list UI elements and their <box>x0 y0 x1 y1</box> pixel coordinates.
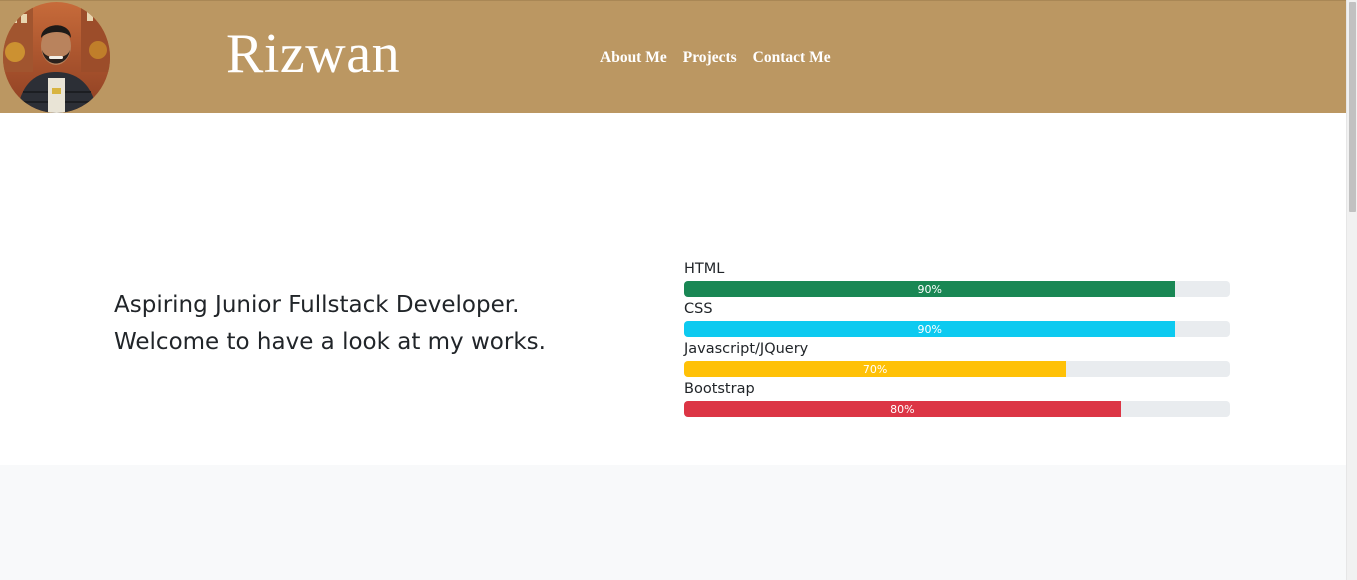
skill-html: HTML 90% <box>684 259 1230 299</box>
progress-track: 90% <box>684 321 1230 337</box>
tagline: Aspiring Junior Fullstack Developer. Wel… <box>114 287 546 361</box>
progress-bar: 70% <box>684 361 1067 377</box>
progress-track: 70% <box>684 361 1230 377</box>
skill-javascript: Javascript/JQuery 70% <box>684 339 1230 379</box>
avatar <box>3 2 110 113</box>
nav-about-me[interactable]: About Me <box>600 49 667 67</box>
projects-section <box>0 465 1346 580</box>
skill-label: Javascript/JQuery <box>684 341 809 357</box>
main-nav: About Me Projects Contact Me <box>600 49 831 67</box>
nav-projects[interactable]: Projects <box>683 49 737 67</box>
skill-label: HTML <box>684 261 725 277</box>
skill-label: Bootstrap <box>684 381 755 397</box>
skills-list: HTML 90% CSS 90% Javascript/JQuery 70% B… <box>684 259 1230 419</box>
progress-track: 90% <box>684 281 1230 297</box>
site-header: Rizwan About Me Projects Contact Me <box>0 0 1346 113</box>
progress-track: 80% <box>684 401 1230 417</box>
skill-label: CSS <box>684 301 713 317</box>
progress-bar: 90% <box>684 321 1176 337</box>
page-scrollbar[interactable] <box>1346 0 1357 580</box>
tagline-line-1: Aspiring Junior Fullstack Developer. <box>114 292 520 318</box>
progress-bar: 90% <box>684 281 1176 297</box>
scrollbar-thumb[interactable] <box>1349 2 1356 212</box>
skill-css: CSS 90% <box>684 299 1230 339</box>
nav-contact-me[interactable]: Contact Me <box>753 49 831 67</box>
brand-name: Rizwan <box>226 23 401 85</box>
hero-section: Aspiring Junior Fullstack Developer. Wel… <box>0 113 1346 465</box>
tagline-line-2: Welcome to have a look at my works. <box>114 329 546 355</box>
page: Rizwan About Me Projects Contact Me Aspi… <box>0 0 1346 580</box>
skill-bootstrap: Bootstrap 80% <box>684 379 1230 419</box>
progress-bar: 80% <box>684 401 1121 417</box>
profile-photo <box>3 2 110 113</box>
